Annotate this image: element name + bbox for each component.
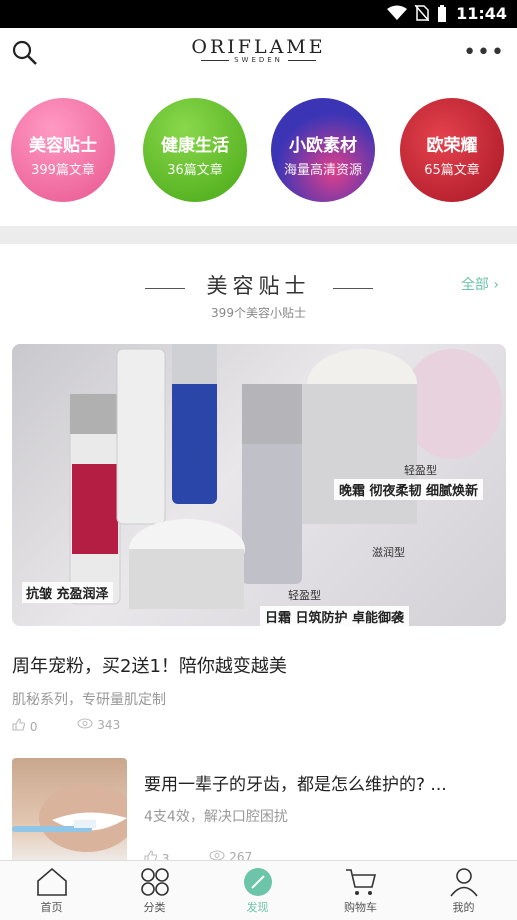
hero-label-left: 抗皱 充盈润泽 xyxy=(22,582,113,603)
bottom-tab-bar: 首页 分类 发现 购物车 我的 xyxy=(0,860,517,920)
thumbs-up-icon xyxy=(12,718,30,734)
wifi-icon xyxy=(387,5,407,27)
section-title: 美容贴士 xyxy=(206,274,311,298)
category-title: 欧荣耀 xyxy=(426,136,478,156)
brand-sub: SWEDEN xyxy=(0,56,517,64)
like-count: 0 xyxy=(29,720,38,734)
tab-cart[interactable]: 购物车 xyxy=(309,861,412,920)
category-title: 小欧素材 xyxy=(289,136,357,156)
tab-label: 我的 xyxy=(452,901,475,914)
hero-label-light-1: 轻盈型 xyxy=(404,464,437,477)
tab-home[interactable]: 首页 xyxy=(0,861,103,920)
view-count: 343 xyxy=(97,718,121,732)
tab-category[interactable]: 分类 xyxy=(103,861,206,920)
eye-icon xyxy=(77,718,97,732)
hero-label-rich: 滋润型 xyxy=(372,546,405,559)
article-stats: 0 343 xyxy=(12,718,120,734)
section-header: 美容贴士 399个美容小贴士 xyxy=(0,270,517,321)
hero-label-night: 晚霜 彻夜柔韧 细腻焕新 xyxy=(334,479,484,500)
status-icons xyxy=(387,4,447,27)
section-subtitle: 399个美容小贴士 xyxy=(211,306,306,320)
home-icon xyxy=(36,867,67,896)
status-bar: 11:44 xyxy=(0,0,517,28)
view-all-label: 全部 xyxy=(460,277,489,293)
article-subtitle: 4支4效，解决口腔困扰 xyxy=(144,809,288,825)
category-count: 399篇文章 xyxy=(31,163,95,178)
hero-label-day: 日霜 日筑防护 卓能御袭 xyxy=(260,606,410,626)
brand-logo: ORIFLAME SWEDEN xyxy=(0,36,517,64)
tab-label: 分类 xyxy=(143,901,166,914)
brand-name: ORIFLAME xyxy=(191,36,326,58)
user-icon xyxy=(449,868,478,897)
tab-label: 首页 xyxy=(40,901,63,914)
view-stat: 343 xyxy=(77,718,120,734)
category-materials[interactable]: 小欧素材 海量高清资源 xyxy=(271,98,375,202)
category-honor[interactable]: 欧荣耀 65篇文章 xyxy=(400,98,504,202)
tab-discover[interactable]: 发现 xyxy=(206,861,309,920)
category-title: 美容贴士 xyxy=(29,136,97,156)
tab-label: 购物车 xyxy=(344,901,377,914)
tab-profile[interactable]: 我的 xyxy=(412,861,515,920)
battery-icon xyxy=(437,5,447,27)
like-stat[interactable]: 0 xyxy=(12,718,37,734)
category-beauty-tips[interactable]: 美容贴士 399篇文章 xyxy=(11,98,115,202)
tab-label: 发现 xyxy=(246,901,269,914)
category-count: 36篇文章 xyxy=(167,163,223,178)
chevron-right-icon: › xyxy=(493,277,499,293)
hero-label-light-2: 轻盈型 xyxy=(288,589,321,602)
article-subtitle: 肌秘系列，专研量肌定制 xyxy=(12,692,166,708)
cart-icon xyxy=(345,869,376,895)
category-row: 美容贴士 399篇文章 健康生活 36篇文章 小欧素材 海量高清资源 欧荣耀 6… xyxy=(0,98,517,202)
more-menu-icon[interactable]: ••• xyxy=(463,40,505,65)
category-grid-icon xyxy=(140,868,169,896)
article-title[interactable]: 周年宠粉，买2送1！陪你越变越美 xyxy=(12,652,287,678)
status-time: 11:44 xyxy=(456,4,507,23)
view-all-link[interactable]: 全部 › xyxy=(461,274,499,294)
category-count: 海量高清资源 xyxy=(283,163,362,178)
category-healthy-life[interactable]: 健康生活 36篇文章 xyxy=(143,98,247,202)
section-divider xyxy=(0,226,517,244)
category-count: 65篇文章 xyxy=(424,163,480,178)
article-thumbnail[interactable] xyxy=(12,758,127,868)
app-bar: ORIFLAME SWEDEN ••• xyxy=(0,28,517,80)
hero-article-image[interactable]: 抗皱 充盈润泽 晚霜 彻夜柔韧 细腻焕新 日霜 日筑防护 卓能御袭 轻盈型 轻盈… xyxy=(12,344,506,626)
compass-icon xyxy=(243,868,272,896)
category-title: 健康生活 xyxy=(161,136,229,156)
no-sim-icon xyxy=(414,4,430,27)
article-title[interactable]: 要用一辈子的牙齿，都是怎么维护的? ... xyxy=(144,770,494,795)
